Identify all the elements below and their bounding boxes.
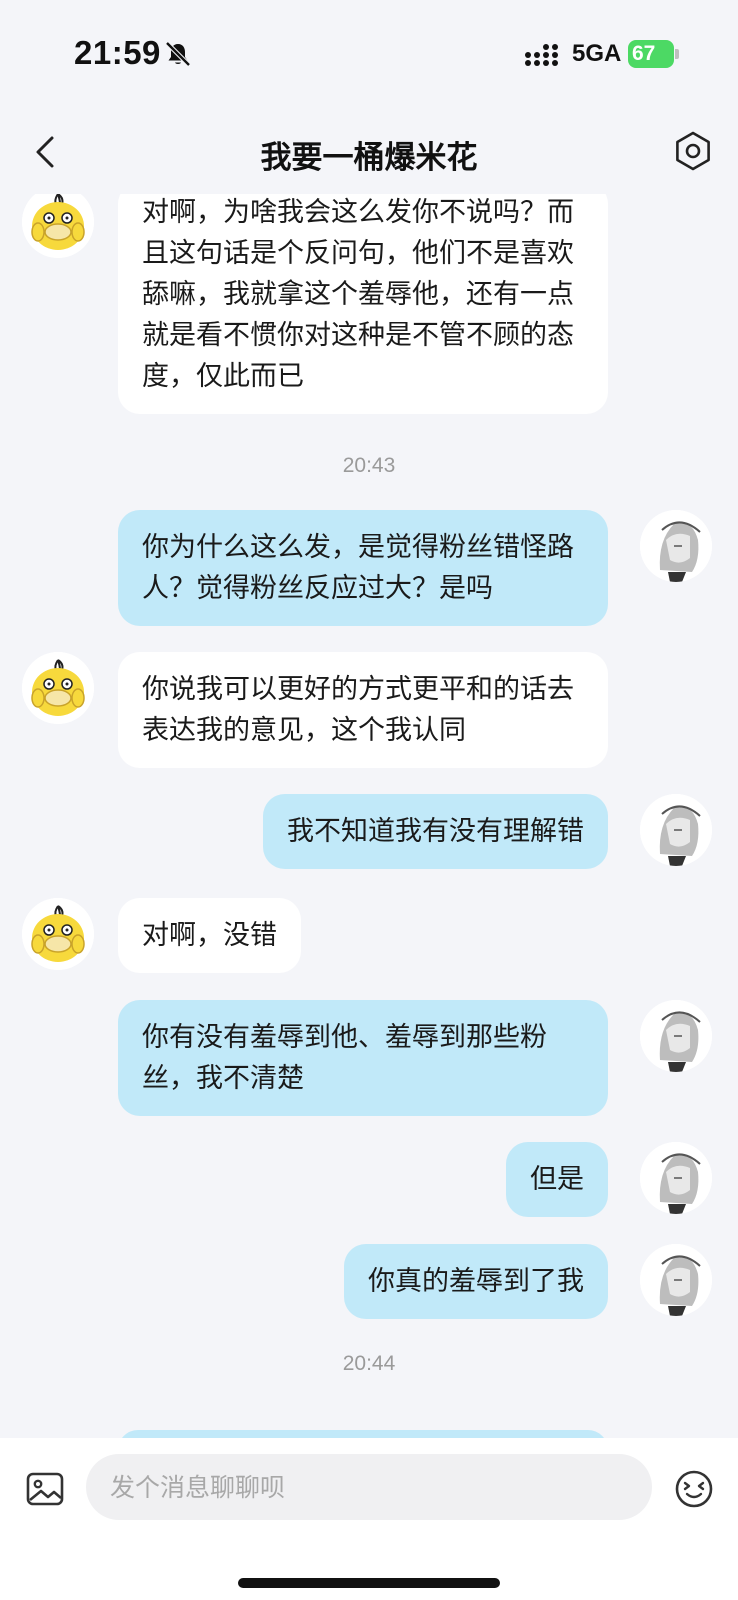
bell-slash-icon (165, 41, 191, 67)
contact-avatar[interactable] (22, 652, 94, 724)
home-indicator (238, 1578, 500, 1588)
nav-header: 我要一桶爆米花 (0, 110, 738, 194)
emoji-icon[interactable] (673, 1468, 715, 1510)
message-input[interactable] (86, 1454, 652, 1520)
sketch-avatar-icon (640, 794, 712, 866)
sketch-avatar-icon (640, 1244, 712, 1316)
timestamp: 20:43 (342, 454, 396, 477)
contact-avatar[interactable] (22, 194, 94, 258)
message-bubble-incoming[interactable]: 对啊，为啥我会这么发你不说吗？而且这句话是个反问句，他们不是喜欢舔嘛，我就拿这个… (118, 194, 608, 414)
user-avatar[interactable] (640, 1000, 712, 1072)
duck-avatar-icon (22, 652, 94, 724)
message-bubble-outgoing[interactable]: 你真的羞辱到了我 (344, 1244, 608, 1319)
chat-title: 我要一桶爆米花 (260, 140, 478, 176)
message-bubble-outgoing[interactable]: 你有没有羞辱到他、羞辱到那些粉丝，我不清楚 (118, 1000, 608, 1116)
chevron-left-icon[interactable] (30, 132, 60, 172)
duck-avatar-icon (22, 194, 94, 258)
message-bubble-outgoing-partial (118, 1430, 608, 1438)
user-avatar[interactable] (640, 510, 712, 582)
message-list[interactable]: 对啊，为啥我会这么发你不说吗？而且这句话是个反问句，他们不是喜欢舔嘛，我就拿这个… (0, 194, 738, 1438)
status-time: 21:59 (74, 34, 161, 71)
message-bubble-incoming[interactable]: 你说我可以更好的方式更平和的话去表达我的意见，这个我认同 (118, 652, 608, 768)
user-avatar[interactable] (640, 1244, 712, 1316)
user-avatar[interactable] (640, 794, 712, 866)
image-icon[interactable] (24, 1468, 66, 1510)
contact-avatar[interactable] (22, 898, 94, 970)
sketch-avatar-icon (640, 1142, 712, 1214)
message-bubble-outgoing[interactable]: 你为什么这么发，是觉得粉丝错怪路人？觉得粉丝反应过大？是吗 (118, 510, 608, 626)
input-bar (0, 1438, 738, 1600)
message-bubble-outgoing[interactable]: 但是 (506, 1142, 608, 1217)
message-bubble-incoming[interactable]: 对啊，没错 (118, 898, 301, 973)
user-avatar[interactable] (640, 1142, 712, 1214)
duck-avatar-icon (22, 898, 94, 970)
sketch-avatar-icon (640, 510, 712, 582)
settings-icon[interactable] (672, 130, 714, 172)
network-type: 5GA (572, 40, 622, 67)
status-bar: 21:59 5GA 67 (0, 0, 738, 110)
timestamp: 20:44 (342, 1352, 396, 1375)
signal-icon (525, 44, 558, 66)
sketch-avatar-icon (640, 1000, 712, 1072)
message-bubble-outgoing[interactable]: 我不知道我有没有理解错 (263, 794, 608, 869)
battery-level: 67 (628, 40, 674, 68)
battery-charging-icon: 67 (628, 40, 679, 68)
